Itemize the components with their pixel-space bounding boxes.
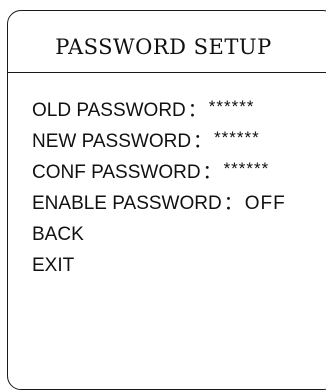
- menu-item-label: BACK: [32, 224, 84, 245]
- enable-password-value: OFF: [244, 193, 286, 214]
- password-setup-panel: PASSWORD SETUP OLD PASSWORD： ****** NEW P…: [7, 10, 326, 390]
- menu-list: OLD PASSWORD： ****** NEW PASSWORD： ****** …: [32, 95, 286, 281]
- menu-item-separator: ：: [202, 162, 222, 183]
- menu-item-new-password[interactable]: NEW PASSWORD： ******: [32, 126, 286, 157]
- menu-item-separator: ：: [193, 131, 213, 152]
- menu-item-separator: ：: [187, 100, 207, 121]
- menu-title: PASSWORD SETUP: [55, 35, 272, 59]
- menu-item-label: CONF PASSWORD: [32, 162, 201, 183]
- menu-item-back[interactable]: BACK: [32, 219, 286, 250]
- menu-item-exit[interactable]: EXIT: [32, 250, 286, 281]
- menu-item-label: ENABLE PASSWORD: [32, 193, 222, 214]
- menu-item-old-password[interactable]: OLD PASSWORD： ******: [32, 95, 286, 126]
- menu-item-label: NEW PASSWORD: [32, 131, 192, 152]
- title-divider: [8, 72, 326, 73]
- old-password-value: ******: [208, 97, 255, 116]
- new-password-value: ******: [214, 128, 260, 147]
- menu-item-label: EXIT: [32, 255, 75, 276]
- menu-item-label: OLD PASSWORD: [32, 100, 186, 121]
- menu-item-conf-password[interactable]: CONF PASSWORD： ******: [32, 157, 286, 188]
- menu-item-enable-password[interactable]: ENABLE PASSWORD： OFF: [32, 188, 286, 219]
- menu-item-separator: ：: [223, 193, 243, 214]
- conf-password-value: ******: [223, 159, 270, 178]
